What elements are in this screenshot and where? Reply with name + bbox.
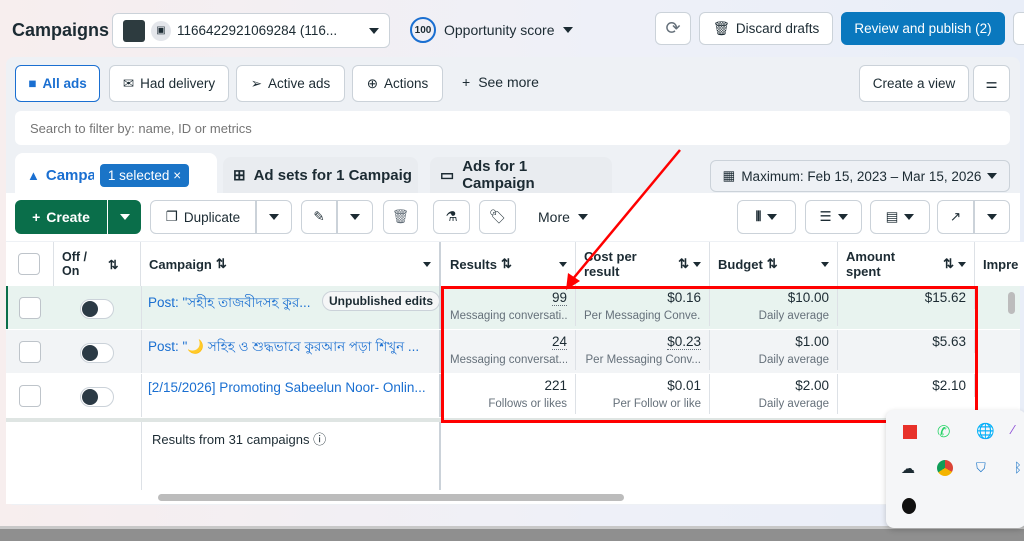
cloud-icon[interactable]: ☁: [901, 460, 915, 477]
whatsapp-icon[interactable]: ✆: [937, 422, 950, 442]
globe-icon[interactable]: 🌐: [976, 422, 995, 440]
anydesk-icon[interactable]: [903, 425, 917, 439]
system-tray-popup: ✆ 🌐 ∕ ☁ ⛉ ᛒ: [886, 410, 1024, 528]
chrome-icon[interactable]: [937, 460, 953, 476]
security-icon[interactable]: ⛉: [976, 460, 986, 476]
pen-icon[interactable]: ∕: [1012, 422, 1014, 437]
bluetooth-icon[interactable]: ᛒ: [1014, 460, 1022, 475]
annotation-arrow: [566, 149, 681, 290]
app-icon[interactable]: [902, 498, 916, 514]
